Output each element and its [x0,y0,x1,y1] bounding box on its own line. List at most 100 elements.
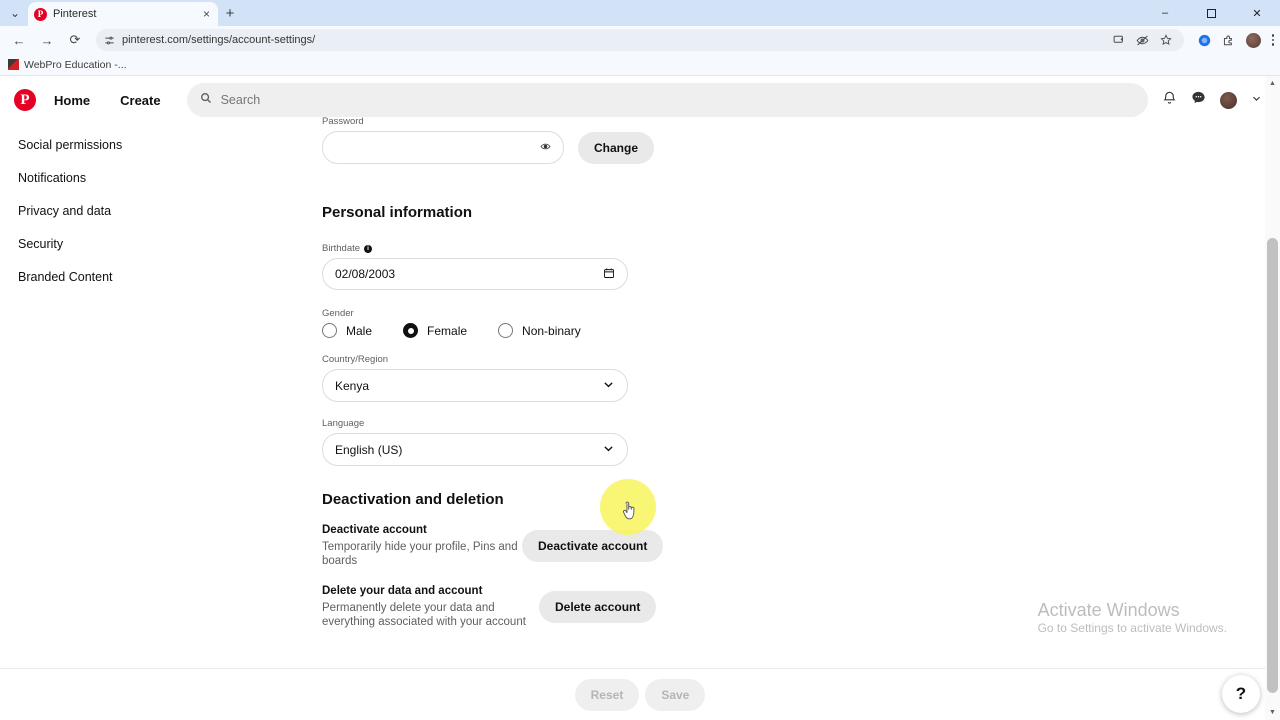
gender-options: Male Female Non-binary [322,323,1022,338]
delete-account-button[interactable]: Delete account [539,590,657,623]
delete-account-title: Delete your data and account [322,584,483,597]
page-viewport: P Home Create Search Social permissions … [0,76,1280,720]
deactivate-account-button[interactable]: Deactivate account [522,530,664,562]
delete-account-description: Permanently delete your data and everyth… [322,601,526,629]
deactivate-account-title: Deactivate account [322,524,427,536]
bookmarks-bar: WebPro Education -... [0,54,1280,76]
birthdate-field-group: Birthdate i 02/08/2003 [322,243,1022,290]
browser-tab-pinterest[interactable]: P Pinterest × [28,2,218,26]
tab-strip: ⌄ P Pinterest × + – ✕ [0,0,1280,26]
cast-icon[interactable] [1113,34,1125,46]
bookmark-label: WebPro Education -... [24,58,127,71]
info-icon[interactable]: i [364,244,373,253]
search-placeholder: Search [220,93,261,107]
radio-female[interactable] [403,323,419,338]
sidebar-item-privacy-and-data[interactable]: Privacy and data [0,194,300,227]
chevron-down-icon[interactable] [1251,91,1262,109]
pinterest-logo-icon[interactable]: P [14,89,36,111]
omnibox-actions [1113,34,1176,47]
search-input[interactable]: Search [186,83,1148,117]
settings-page-body: Social permissions Notifications Privacy… [0,116,1280,720]
search-icon [200,91,212,109]
chevron-down-icon[interactable] [602,378,615,394]
forward-icon[interactable]: → [34,28,60,52]
back-icon[interactable]: ← [6,28,32,52]
reset-button[interactable]: Reset [574,678,640,711]
header-actions [1162,90,1266,110]
tab-title: Pinterest [53,8,97,20]
maximize-icon[interactable] [1188,0,1234,26]
deactivation-title: Deactivation and deletion [322,491,504,508]
scrollbar-thumb[interactable] [1267,238,1278,693]
country-label: Country/Region [322,354,389,365]
password-field-group: Password Change [322,116,1022,164]
browser-window: ⌄ P Pinterest × + – ✕ ← → ⟳ pinterest.co… [0,0,1280,720]
password-label: Password [322,116,364,127]
toolbar-right-actions [1192,32,1274,48]
sync-circle-icon[interactable] [1198,34,1211,47]
language-value: English (US) [335,442,403,457]
sidebar-item-notifications[interactable]: Notifications [0,161,300,194]
watermark-line-2: Go to Settings to activate Windows. [1037,621,1227,635]
deactivate-account-row: Deactivate account Temporarily hide your… [322,524,1022,569]
language-field-group: Language English (US) [322,418,1022,466]
sidebar-item-security[interactable]: Security [0,227,300,260]
close-window-icon[interactable]: ✕ [1234,0,1280,26]
scroll-up-arrow-icon[interactable]: ▲ [1265,76,1280,91]
window-controls: – ✕ [1142,0,1280,26]
extensions-icon[interactable] [1222,34,1235,47]
gender-field-group: Gender Male Female Non-binary [322,308,1022,338]
eye-icon[interactable] [540,141,551,155]
language-select[interactable]: English (US) [322,433,628,466]
mouse-cursor [621,501,638,527]
scroll-down-arrow-icon[interactable]: ▼ [1265,705,1280,720]
radio-label-female[interactable]: Female [427,324,467,338]
language-label: Language [322,418,365,429]
profile-avatar[interactable] [1245,32,1261,48]
url-text: pinterest.com/settings/account-settings/ [122,34,316,46]
avatar[interactable] [1220,91,1237,109]
change-password-button[interactable]: Change [578,131,655,164]
minimize-icon[interactable]: – [1142,0,1188,26]
kebab-menu-icon[interactable] [1271,34,1274,46]
password-input[interactable] [322,131,564,164]
address-bar[interactable]: pinterest.com/settings/account-settings/ [96,29,1184,51]
bell-icon[interactable] [1162,90,1177,110]
birthdate-label-row: Birthdate i [322,243,1022,254]
gender-label: Gender [322,308,354,319]
deactivate-account-description: Temporarily hide your profile, Pins and … [322,541,518,568]
delete-account-row: Delete your data and account Permanently… [322,585,1022,630]
new-tab-button[interactable]: + [218,2,242,24]
radio-male[interactable] [322,323,337,338]
radio-non-binary[interactable] [498,323,514,338]
nav-create[interactable]: Create [108,87,172,114]
chevron-down-icon[interactable] [602,442,615,458]
country-select[interactable]: Kenya [322,369,628,402]
bookmark-item[interactable]: WebPro Education -... [8,59,127,71]
radio-label-non-binary[interactable]: Non-binary [522,324,581,338]
tab-search-button[interactable]: ⌄ [2,2,28,24]
reload-icon[interactable]: ⟳ [62,28,88,52]
birthdate-label: Birthdate [322,243,361,254]
birthdate-input[interactable]: 02/08/2003 [322,258,628,290]
page-scrollbar[interactable]: ▲ ▼ [1265,76,1280,720]
sidebar-item-branded-content[interactable]: Branded Content [0,260,300,293]
save-button[interactable]: Save [645,678,706,711]
personal-information-title: Personal information [322,204,473,221]
eye-slash-icon[interactable] [1136,34,1149,47]
pinterest-favicon-icon: P [34,7,47,21]
messages-icon[interactable] [1191,90,1206,110]
calendar-icon[interactable] [603,267,615,282]
help-button[interactable]: ? [1222,675,1260,713]
star-icon[interactable] [1159,34,1172,46]
site-settings-icon[interactable] [104,35,115,46]
watermark-line-1: Activate Windows [1037,600,1180,620]
settings-sidebar: Social permissions Notifications Privacy… [0,124,300,293]
birthdate-value: 02/08/2003 [335,267,396,281]
sidebar-item-social-permissions[interactable]: Social permissions [0,128,300,161]
radio-label-male[interactable]: Male [346,324,372,338]
close-icon[interactable]: × [201,8,212,20]
country-field-group: Country/Region Kenya [322,354,1022,402]
browser-toolbar: ← → ⟳ pinterest.com/settings/account-set… [0,26,1280,54]
nav-home[interactable]: Home [42,87,102,114]
